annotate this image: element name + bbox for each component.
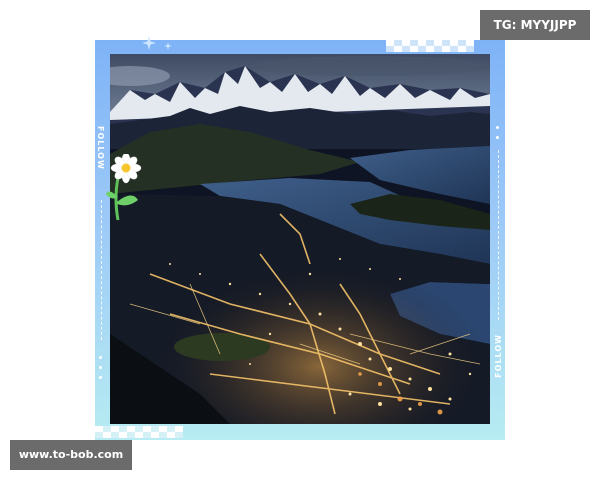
sparkle-icon	[142, 36, 156, 50]
frame-dot	[99, 366, 102, 369]
frame-dot	[496, 136, 499, 139]
frame-dot	[496, 126, 499, 129]
frame-dot	[99, 356, 102, 359]
website-watermark[interactable]: www.to-bob.com	[10, 440, 132, 470]
checker-pattern-bottom	[95, 426, 183, 438]
follow-label-right: FOLLOW	[494, 334, 503, 378]
frame-dash-left	[101, 200, 102, 340]
telegram-watermark: TG: MYYJJPP	[480, 10, 590, 40]
daisy-flower-icon	[106, 154, 142, 221]
landscape-illustration	[110, 54, 490, 424]
night-city-photo	[110, 54, 490, 424]
frame-dash-right	[498, 150, 499, 320]
frame-dot	[99, 376, 102, 379]
checker-pattern-top	[386, 40, 474, 52]
sparkle-small-icon	[164, 42, 172, 50]
